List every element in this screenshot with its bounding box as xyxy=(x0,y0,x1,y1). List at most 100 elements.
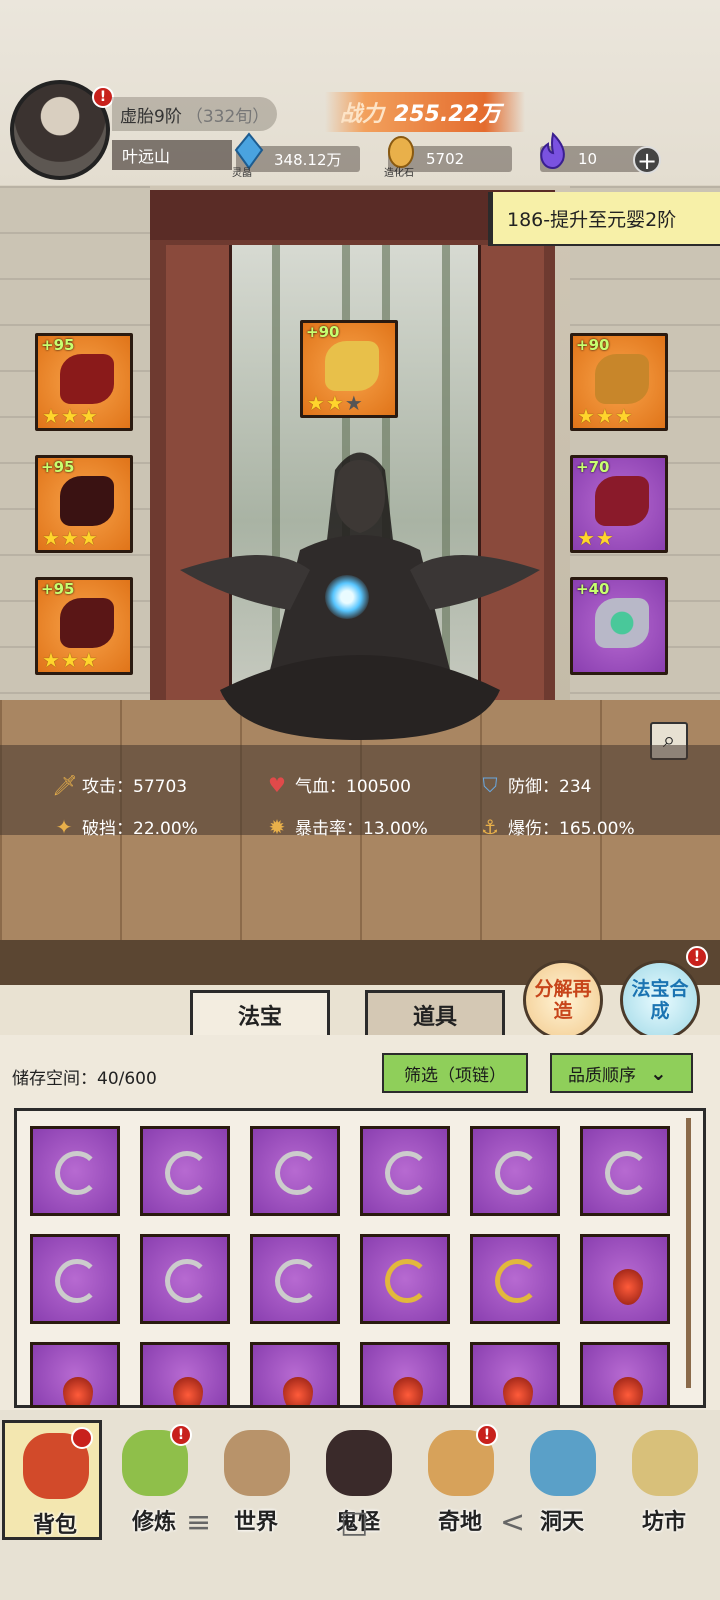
necklace-icon xyxy=(385,1259,429,1303)
inventory-item[interactable] xyxy=(580,1234,670,1324)
nav-item-6[interactable]: 坊市 xyxy=(614,1420,714,1540)
inventory-scrollbar[interactable] xyxy=(686,1118,691,1388)
power-label: 战力 xyxy=(340,102,385,127)
stat-attack: 🗡 攻击：57703 xyxy=(52,772,187,798)
resource-creation-stone[interactable]: 造化石 5702 xyxy=(384,136,512,179)
inventory-item[interactable] xyxy=(250,1342,340,1408)
resource-name: 造化石 xyxy=(384,168,414,179)
heart-icon: ♥ xyxy=(268,772,286,797)
necklace-icon xyxy=(393,1377,423,1405)
resource-name: 灵晶 xyxy=(232,168,252,179)
inventory-item[interactable] xyxy=(470,1126,560,1216)
necklace-icon xyxy=(275,1151,319,1195)
nav-icon xyxy=(224,1430,290,1496)
quest-banner[interactable]: 186-提升至元婴2阶 xyxy=(488,192,720,244)
system-menu-button[interactable]: ≡ xyxy=(186,1505,211,1540)
equip-slot-ring[interactable]: +40 xyxy=(570,577,668,675)
necklace-icon xyxy=(595,476,649,526)
weapon-icon xyxy=(60,354,114,404)
resource-spirit-crystal[interactable]: 灵晶 348.12万 xyxy=(232,132,360,179)
equip-stars: ★★★ xyxy=(42,526,99,550)
inventory-item[interactable] xyxy=(580,1126,670,1216)
nav-alert-badge: ! xyxy=(170,1424,192,1446)
stage-label: 虚胎9阶 xyxy=(120,106,182,127)
system-home-button[interactable]: □ xyxy=(340,1505,368,1540)
equip-slot-armor[interactable]: +95 ★★★ xyxy=(35,455,133,553)
inventory-item[interactable] xyxy=(250,1126,340,1216)
necklace-icon xyxy=(503,1377,533,1405)
sort-dropdown[interactable]: 品质顺序 ⌄ xyxy=(550,1053,693,1093)
inventory-item[interactable] xyxy=(250,1234,340,1324)
nav-label: 背包 xyxy=(32,1513,77,1538)
inventory-item[interactable] xyxy=(470,1342,560,1408)
necklace-icon xyxy=(613,1269,643,1305)
stat-defense-value: 防御：234 xyxy=(508,777,592,797)
inventory-item[interactable] xyxy=(30,1342,120,1408)
equip-level: +40 xyxy=(576,580,610,598)
boots-icon xyxy=(60,598,114,648)
sword-icon: 🗡 xyxy=(52,772,78,797)
inventory-item[interactable] xyxy=(360,1234,450,1324)
necklace-icon xyxy=(63,1377,93,1405)
ring-icon xyxy=(595,598,649,648)
necklace-icon xyxy=(55,1259,99,1303)
decompose-button[interactable]: 分解再造 xyxy=(523,960,603,1040)
nav-label: 洞天 xyxy=(539,1510,584,1535)
equip-slot-boots[interactable]: +95 ★★★ xyxy=(35,577,133,675)
equip-stars: ★★★ xyxy=(42,404,99,428)
storage-capacity: 储存空间：40/600 xyxy=(12,1069,157,1089)
inventory-item[interactable] xyxy=(360,1126,450,1216)
resource-value: 348.12万 xyxy=(274,150,342,169)
system-back-button[interactable]: < xyxy=(500,1505,525,1540)
nav-icon xyxy=(632,1430,698,1496)
nav-alert-badge xyxy=(71,1427,93,1449)
inventory-item[interactable] xyxy=(580,1342,670,1408)
equip-level: +90 xyxy=(306,323,340,341)
inventory-item[interactable] xyxy=(140,1342,230,1408)
equip-slot-necklace[interactable]: +70 ★★ xyxy=(570,455,668,553)
artifact-icon xyxy=(325,341,379,391)
crown-icon xyxy=(595,354,649,404)
necklace-icon xyxy=(165,1259,209,1303)
necklace-icon xyxy=(283,1377,313,1405)
armor-icon xyxy=(60,476,114,526)
inventory-item[interactable] xyxy=(30,1234,120,1324)
add-resource-button[interactable]: + xyxy=(633,146,661,174)
filter-button[interactable]: 筛选（项链） xyxy=(382,1053,528,1093)
nav-label: 坊市 xyxy=(641,1510,686,1535)
synthesize-alert-badge: ! xyxy=(686,946,708,968)
inventory-item[interactable] xyxy=(140,1234,230,1324)
stat-crit-rate-value: 暴击率：13.00% xyxy=(295,819,428,839)
inventory-item[interactable] xyxy=(30,1126,120,1216)
equip-level: +90 xyxy=(576,336,610,354)
tab-fabao[interactable]: 法宝 xyxy=(190,990,330,1036)
avatar-alert-badge: ! xyxy=(92,86,114,108)
necklace-icon xyxy=(495,1259,539,1303)
sort-label: 品质顺序 xyxy=(568,1065,636,1086)
spirit-orb xyxy=(325,575,369,619)
tab-daoju[interactable]: 道具 xyxy=(365,990,505,1036)
equip-level: +95 xyxy=(41,336,75,354)
synthesize-button[interactable]: 法宝合成 xyxy=(620,960,700,1040)
equip-slot-artifact[interactable]: +90 ★★★ xyxy=(300,320,398,418)
stage-count: （332旬） xyxy=(185,106,270,127)
nav-item-5[interactable]: 洞天 xyxy=(512,1420,612,1540)
nav-label: 奇地 xyxy=(437,1510,482,1535)
stat-crit-rate: ✹ 暴击率：13.00% xyxy=(265,814,428,840)
power-value: 255.22万 xyxy=(394,102,501,127)
pierce-icon: ✦ xyxy=(55,814,73,839)
nav-item-2[interactable]: 世界 xyxy=(206,1420,306,1540)
crit-damage-icon: ⚓ xyxy=(481,814,499,839)
equip-slot-crown[interactable]: +90 ★★★ xyxy=(570,333,668,431)
equip-slot-weapon[interactable]: +95 ★★★ xyxy=(35,333,133,431)
inventory-item[interactable] xyxy=(140,1126,230,1216)
necklace-icon xyxy=(385,1151,429,1195)
nav-icon xyxy=(326,1430,392,1496)
inventory-item[interactable] xyxy=(470,1234,560,1324)
necklace-icon xyxy=(495,1151,539,1195)
nav-item-4[interactable]: 奇地! xyxy=(410,1420,510,1540)
nav-alert-badge: ! xyxy=(476,1424,498,1446)
nav-item-0[interactable]: 背包 xyxy=(2,1420,102,1540)
stat-hp-value: 气血：100500 xyxy=(295,777,411,797)
inventory-item[interactable] xyxy=(360,1342,450,1408)
